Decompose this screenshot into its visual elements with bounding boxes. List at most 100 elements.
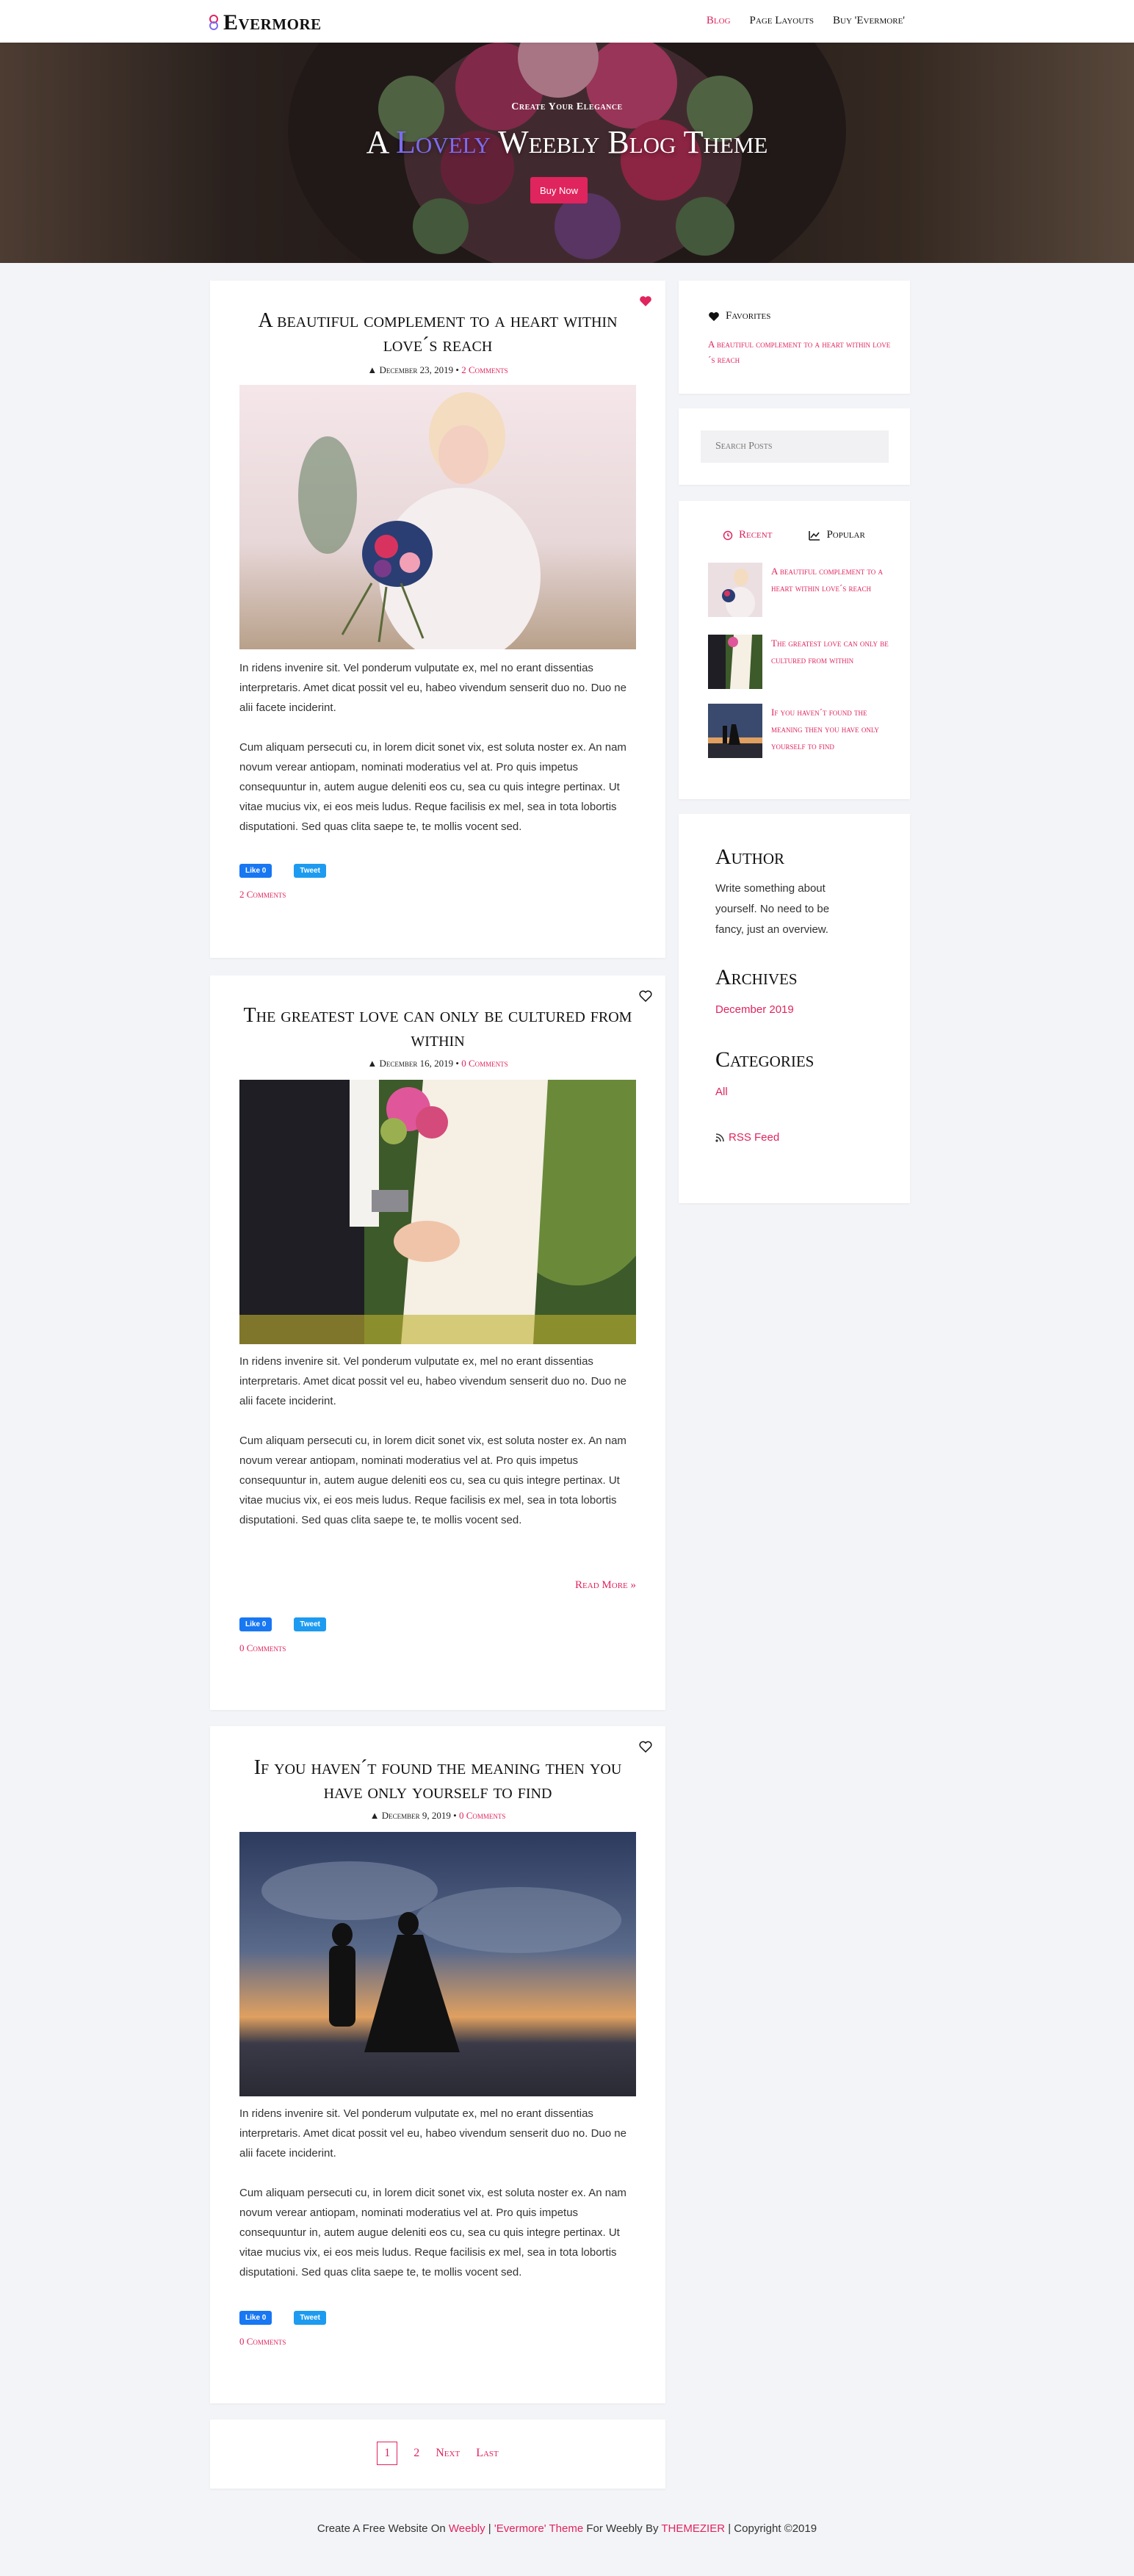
hero-title-highlight: Lovely	[396, 124, 491, 160]
post-card: A beautiful complement to a heart within…	[210, 281, 665, 958]
post-date: December 23, 2019	[379, 364, 454, 375]
recent-post-item[interactable]: A beautiful complement to a heart within…	[708, 563, 889, 617]
post-excerpt: In ridens invenire sit. Vel ponderum vul…	[239, 662, 626, 714]
search-widget	[679, 408, 910, 485]
post-excerpt-2: Cum aliquam persecuti cu, in lorem dicit…	[239, 1435, 626, 1526]
last-page-link[interactable]: Last	[476, 2447, 499, 2460]
recent-post-title[interactable]: The greatest love can only be cultured f…	[771, 635, 889, 689]
nav-buy-evermore[interactable]: Buy 'Evermore'	[833, 15, 905, 27]
top-navbar: Evermore Blog Page Layouts Buy 'Evermore…	[0, 0, 1134, 43]
facebook-like-button[interactable]: Like 0	[239, 1617, 272, 1631]
favorites-heading-text: Favorites	[726, 310, 771, 322]
read-more-link[interactable]: Read More »	[575, 1579, 636, 1592]
rss-feed-link[interactable]: RSS Feed	[715, 1131, 779, 1144]
hero-subtitle: Create Your Elegance	[511, 101, 623, 112]
post-comments-link[interactable]: 0 Comments	[459, 1810, 505, 1821]
share-buttons: Like 0 Tweet	[239, 864, 326, 878]
recent-post-thumbnail[interactable]	[708, 635, 762, 689]
post-excerpt-2: Cum aliquam persecuti cu, in lorem dicit…	[239, 2187, 626, 2279]
tab-popular[interactable]: Popular	[809, 529, 865, 541]
buy-now-button[interactable]: Buy Now	[530, 177, 588, 203]
author-heading: Author	[715, 845, 784, 869]
footer-theme-link[interactable]: 'Evermore' Theme	[494, 2522, 583, 2535]
pagination: 1 2 Next Last	[210, 2420, 665, 2489]
post-date: December 16, 2019	[379, 1058, 454, 1069]
archive-december-2019-link[interactable]: December 2019	[715, 1003, 794, 1016]
post-meta: ▲ December 16, 2019 • 0 Comments	[367, 1058, 508, 1069]
footer-themezier-link[interactable]: THEMEZIER	[661, 2522, 725, 2535]
favorite-heart-icon[interactable]	[639, 1741, 652, 1753]
footer-copyright: Copyright ©2019	[734, 2522, 817, 2535]
recent-post-item[interactable]: The greatest love can only be cultured f…	[708, 635, 889, 689]
tab-popular-label: Popular	[826, 529, 865, 541]
post-card: If you haven´t found the meaning then yo…	[210, 1726, 665, 2403]
favorite-heart-icon[interactable]	[639, 990, 652, 1002]
page-2-link[interactable]: 2	[413, 2447, 419, 2460]
post-excerpt: In ridens invenire sit. Vel ponderum vul…	[239, 2107, 626, 2160]
recent-post-thumbnail[interactable]	[708, 563, 762, 617]
comments-link[interactable]: 0 Comments	[239, 2336, 286, 2348]
facebook-like-button[interactable]: Like 0	[239, 2311, 272, 2325]
post-image-holding-hands[interactable]	[239, 1080, 636, 1344]
post-card: The greatest love can only be cultured f…	[210, 975, 665, 1710]
post-title[interactable]: The greatest love can only be cultured f…	[239, 1003, 636, 1052]
category-all-link[interactable]: All	[715, 1086, 728, 1098]
hero-title: A Lovely Weebly Blog Theme	[0, 123, 1134, 161]
recent-post-thumbnail[interactable]	[708, 704, 762, 758]
share-buttons: Like 0 Tweet	[239, 2311, 326, 2325]
comments-link[interactable]: 2 Comments	[239, 889, 286, 901]
site-logo[interactable]: Evermore	[207, 10, 322, 35]
favorites-widget: Favorites A beautiful complement to a he…	[679, 281, 910, 394]
main-nav: Blog Page Layouts Buy 'Evermore'	[707, 15, 905, 27]
recent-post-title[interactable]: A beautiful complement to a heart within…	[771, 563, 889, 617]
clock-icon	[723, 530, 733, 540]
favorite-post-link[interactable]: A beautiful complement to a heart within…	[708, 336, 892, 367]
post-excerpt-2: Cum aliquam persecuti cu, in lorem dicit…	[239, 741, 626, 833]
heart-icon	[709, 311, 719, 321]
footer-weebly-link[interactable]: Weebly	[449, 2522, 485, 2535]
logo-icon	[209, 15, 218, 30]
next-page-link[interactable]: Next	[436, 2447, 460, 2460]
footer-text-2: For Weebly By	[586, 2522, 659, 2535]
recent-post-title[interactable]: If you haven´t found the meaning then yo…	[771, 704, 889, 758]
tweet-button[interactable]: Tweet	[294, 2311, 326, 2325]
search-input[interactable]	[701, 430, 889, 463]
post-title[interactable]: If you haven´t found the meaning then yo…	[239, 1756, 636, 1804]
categories-heading: Categories	[715, 1047, 815, 1072]
recent-post-item[interactable]: If you haven´t found the meaning then yo…	[708, 704, 889, 758]
tab-recent-label: Recent	[739, 529, 773, 541]
pagination-links: 1 2 Next Last	[210, 2442, 665, 2465]
post-title[interactable]: A beautiful complement to a heart within…	[239, 309, 636, 357]
site-name: Evermore	[223, 10, 322, 35]
tweet-button[interactable]: Tweet	[294, 1617, 326, 1631]
calendar-icon: ▲	[367, 364, 378, 375]
archives-heading: Archives	[715, 965, 798, 989]
footer-text-1: Create A Free Website On	[317, 2522, 446, 2535]
post-meta: ▲ December 9, 2019 • 0 Comments	[369, 1810, 506, 1821]
favorite-heart-icon[interactable]	[639, 295, 652, 307]
nav-page-layouts[interactable]: Page Layouts	[750, 15, 814, 27]
post-comments-link[interactable]: 0 Comments	[461, 1058, 508, 1069]
rss-feed-label: RSS Feed	[729, 1131, 780, 1144]
footer-separator: |	[728, 2522, 732, 2535]
favorites-heading: Favorites	[708, 310, 770, 322]
author-text: Write something about yourself. No need …	[715, 882, 830, 936]
chart-line-icon	[809, 530, 820, 541]
calendar-icon: ▲	[369, 1810, 380, 1821]
post-image-sunset-couple[interactable]	[239, 1832, 636, 2096]
page-1-link[interactable]: 1	[377, 2442, 398, 2465]
post-meta: ▲ December 23, 2019 • 2 Comments	[367, 364, 508, 375]
facebook-like-button[interactable]: Like 0	[239, 864, 272, 878]
tweet-button[interactable]: Tweet	[294, 864, 326, 878]
recent-popular-widget: Recent Popular A beautiful complement to…	[679, 501, 910, 799]
nav-blog[interactable]: Blog	[707, 15, 731, 27]
site-footer: Create A Free Website On Weebly | 'Everm…	[0, 2522, 1134, 2535]
tab-recent[interactable]: Recent	[723, 529, 772, 541]
footer-separator: |	[488, 2522, 491, 2535]
post-image-bride-bouquet[interactable]	[239, 385, 636, 649]
post-comments-link[interactable]: 2 Comments	[461, 364, 508, 375]
hero-title-prefix: A	[366, 124, 389, 160]
post-tabs: Recent Popular	[723, 529, 865, 541]
comments-link[interactable]: 0 Comments	[239, 1642, 286, 1654]
rss-icon	[715, 1133, 724, 1142]
